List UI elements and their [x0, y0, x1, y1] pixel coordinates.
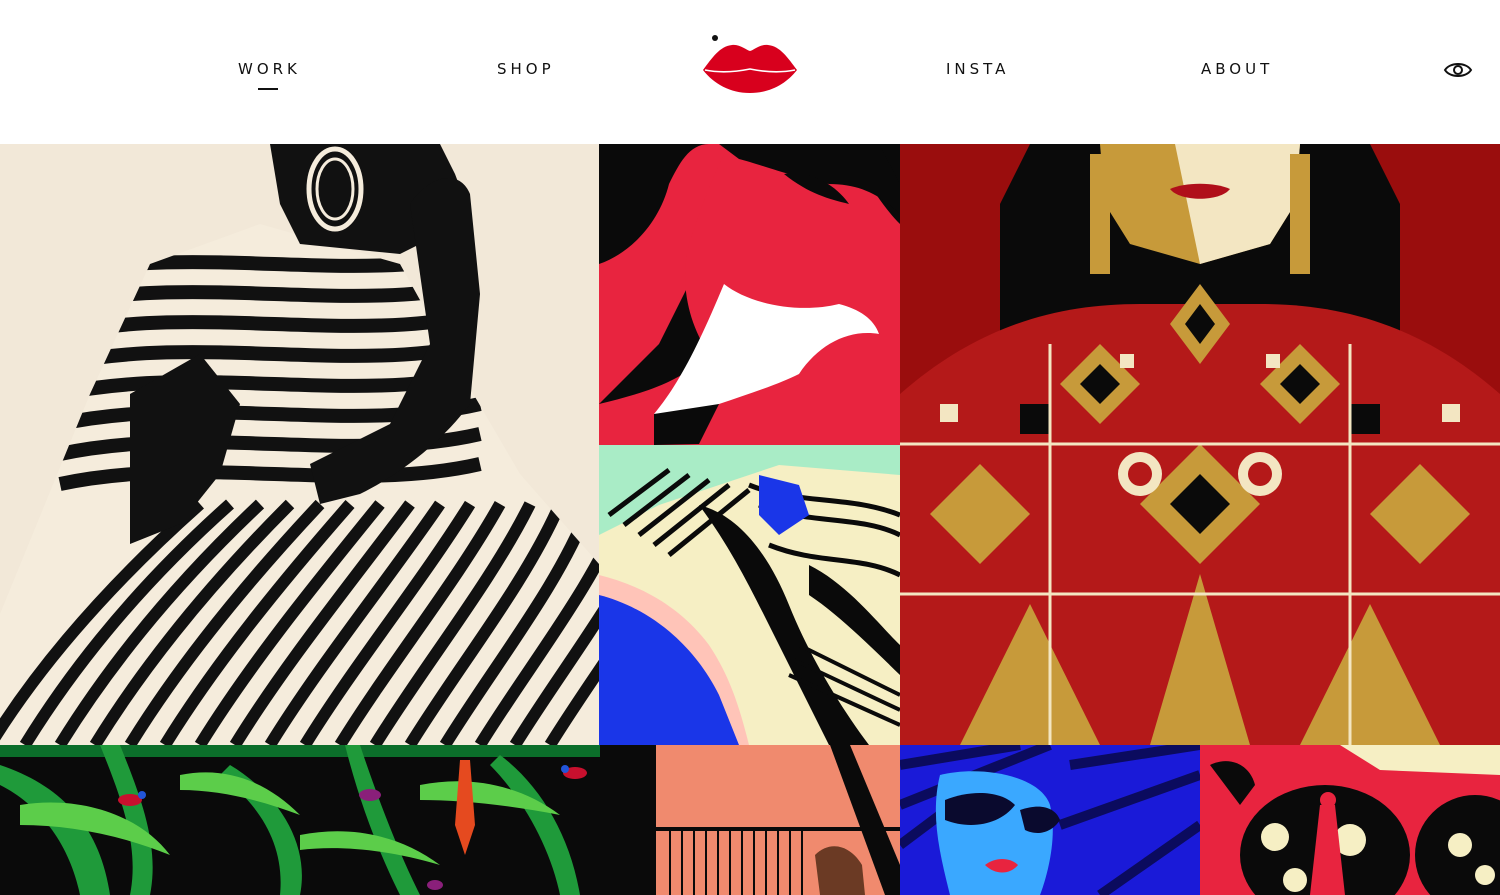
site-header: WORK SHOP INSTA ABOUT [0, 0, 1500, 144]
tropical-leaves-birds-artwork[interactable] [0, 745, 600, 895]
artwork-image [1200, 745, 1500, 895]
blue-sunglasses-woman-artwork[interactable] [900, 745, 1200, 895]
artwork-image [0, 144, 599, 745]
artwork-image [600, 745, 900, 895]
lips-logo[interactable] [700, 30, 800, 96]
artwork-image [599, 144, 900, 445]
nav-shop-link[interactable]: SHOP [497, 60, 555, 78]
ornate-red-gold-woman-artwork[interactable] [900, 144, 1500, 745]
artwork-image [900, 144, 1500, 745]
striped-dress-woman-artwork[interactable] [0, 144, 599, 745]
abstract-fabric-folds-artwork[interactable] [599, 445, 900, 745]
red-glasses-reflection-artwork[interactable] [1200, 745, 1500, 895]
nav-active-indicator [258, 88, 278, 90]
peach-building-artwork[interactable] [600, 745, 900, 895]
artwork-image [599, 445, 900, 745]
artwork-image [900, 745, 1200, 895]
nav-about-link[interactable]: ABOUT [1201, 60, 1273, 78]
artwork-image [0, 745, 600, 895]
kissing-couple-red-artwork[interactable] [599, 144, 900, 445]
lips-logo-icon [703, 35, 797, 93]
nav-work-link[interactable]: WORK [238, 60, 301, 78]
nav-insta-link[interactable]: INSTA [946, 60, 1009, 78]
view-toggle-button[interactable] [1442, 58, 1474, 82]
eye-icon [1443, 63, 1473, 77]
